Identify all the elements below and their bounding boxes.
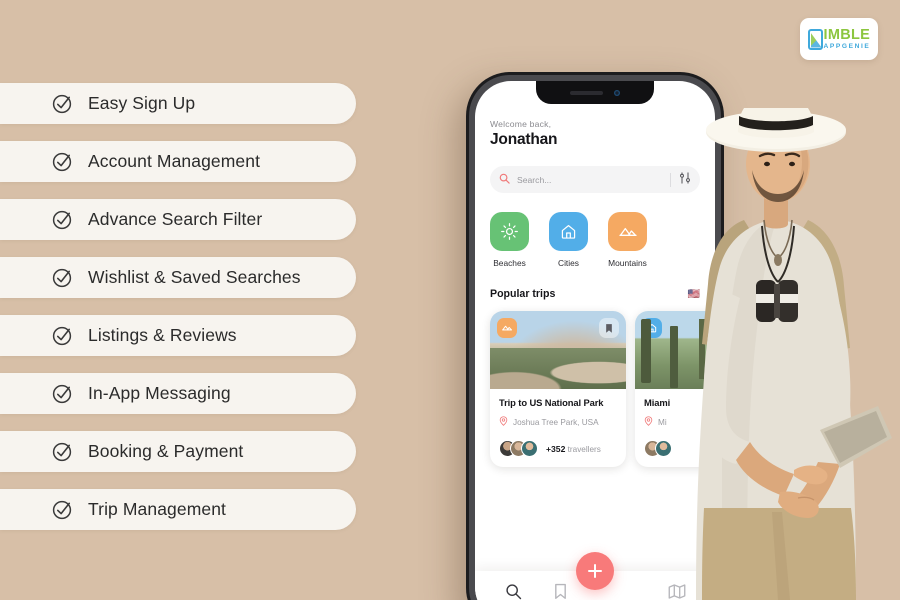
category-label: Cities xyxy=(558,258,579,268)
feature-pill[interactable]: In-App Messaging xyxy=(0,373,356,414)
check-circle-icon xyxy=(52,209,74,231)
feature-label: Account Management xyxy=(88,151,261,171)
feature-pill[interactable]: Wishlist & Saved Searches xyxy=(0,257,356,298)
feature-label: In-App Messaging xyxy=(88,383,231,403)
feature-pill[interactable]: Advance Search Filter xyxy=(0,199,356,240)
trip-card-body: Miami Mi xyxy=(635,389,715,467)
sliders-filter-icon[interactable] xyxy=(679,171,691,189)
trip-location: Joshua Tree Park, USA xyxy=(499,413,617,431)
feature-pill[interactable]: Listings & Reviews xyxy=(0,315,356,356)
category-cities[interactable]: Cities xyxy=(549,212,588,268)
check-circle-icon xyxy=(52,93,74,115)
map-pin-icon xyxy=(499,413,508,431)
feature-label: Booking & Payment xyxy=(88,441,244,461)
speaker-grille-icon xyxy=(570,90,603,95)
trip-travellers: +352 travellers xyxy=(499,440,617,457)
feature-pill[interactable]: Easy Sign Up xyxy=(0,83,356,124)
bookmark-icon[interactable] xyxy=(599,318,619,338)
home-icon xyxy=(642,318,662,338)
category-label: Beaches xyxy=(493,258,526,268)
travellers-label: travellers xyxy=(567,444,601,454)
logo-main-text: IMBLE xyxy=(823,26,871,43)
trip-location: Mi xyxy=(644,413,715,431)
sun-icon xyxy=(490,212,529,251)
trip-travellers xyxy=(644,440,715,457)
feature-pill[interactable]: Booking & Payment xyxy=(0,431,356,472)
check-circle-icon xyxy=(52,441,74,463)
feature-label: Advance Search Filter xyxy=(88,209,263,229)
trip-card-body: Trip to US National Park Joshua Tree Par… xyxy=(490,389,626,467)
check-circle-icon xyxy=(52,383,74,405)
category-mountains[interactable]: Mountains xyxy=(608,212,647,268)
check-circle-icon xyxy=(52,267,74,289)
feature-label: Easy Sign Up xyxy=(88,93,196,113)
search-placeholder: Search... xyxy=(517,174,552,185)
feature-pill[interactable]: Trip Management xyxy=(0,489,356,530)
avatar xyxy=(655,440,672,457)
feature-list: Easy Sign Up Account Management Advance … xyxy=(0,83,356,530)
trip-location-text: Joshua Tree Park, USA xyxy=(513,417,599,427)
category-row: Beaches Cities Mountains xyxy=(490,212,700,268)
divider xyxy=(670,172,671,187)
trip-cards-row: Trip to US National Park Joshua Tree Par… xyxy=(490,311,715,467)
nav-search-icon[interactable] xyxy=(505,583,522,600)
travellers-text: +352 travellers xyxy=(546,444,601,454)
map-pin-icon xyxy=(644,413,653,431)
brand-logo[interactable]: IMBLE APPGENIE xyxy=(800,18,878,60)
nav-bookmark-icon[interactable] xyxy=(553,583,568,600)
trip-title: Trip to US National Park xyxy=(499,397,604,408)
avatar-group xyxy=(644,440,672,457)
trip-card[interactable]: Miami Mi xyxy=(635,311,715,467)
nav-map-icon[interactable] xyxy=(668,583,686,600)
phone-screen: Welcome back, Jonathan Search... Beaches… xyxy=(475,81,715,600)
trip-photo xyxy=(490,311,626,389)
phone-mockup: Welcome back, Jonathan Search... Beaches… xyxy=(466,72,724,600)
search-input[interactable]: Search... xyxy=(490,166,700,193)
phone-notch xyxy=(536,81,654,104)
magnifier-icon xyxy=(499,171,510,189)
add-trip-fab[interactable] xyxy=(576,552,614,590)
front-camera-icon xyxy=(614,89,620,96)
travellers-count: +352 xyxy=(546,443,566,454)
trip-photo xyxy=(635,311,715,389)
home-icon xyxy=(549,212,588,251)
feature-label: Listings & Reviews xyxy=(88,325,237,345)
mountain-icon xyxy=(497,318,517,338)
phone-outline-icon xyxy=(807,28,823,50)
us-flag-icon: 🇺🇸 xyxy=(687,288,700,300)
trip-location-text: Mi xyxy=(658,417,667,427)
check-circle-icon xyxy=(52,499,74,521)
feature-label: Wishlist & Saved Searches xyxy=(88,267,301,287)
feature-label: Trip Management xyxy=(88,499,226,519)
avatar-group xyxy=(499,440,538,457)
greeting-block: Welcome back, Jonathan xyxy=(490,119,700,149)
popular-trips-header: Popular trips 🇺🇸 xyxy=(490,288,700,300)
greeting-text: Welcome back, xyxy=(490,119,552,129)
category-label: Mountains xyxy=(608,258,647,268)
trip-title: Miami xyxy=(644,397,671,408)
feature-pill[interactable]: Account Management xyxy=(0,141,356,182)
category-beaches[interactable]: Beaches xyxy=(490,212,529,268)
section-title: Popular trips xyxy=(490,288,556,300)
app-content: Welcome back, Jonathan Search... Beaches… xyxy=(475,81,715,600)
check-circle-icon xyxy=(52,325,74,347)
check-circle-icon xyxy=(52,151,74,173)
trip-card[interactable]: Trip to US National Park Joshua Tree Par… xyxy=(490,311,626,467)
avatar xyxy=(521,440,538,457)
user-name: Jonathan xyxy=(490,131,558,148)
mountain-icon xyxy=(608,212,647,251)
logo-sub-text: APPGENIE xyxy=(823,42,871,50)
